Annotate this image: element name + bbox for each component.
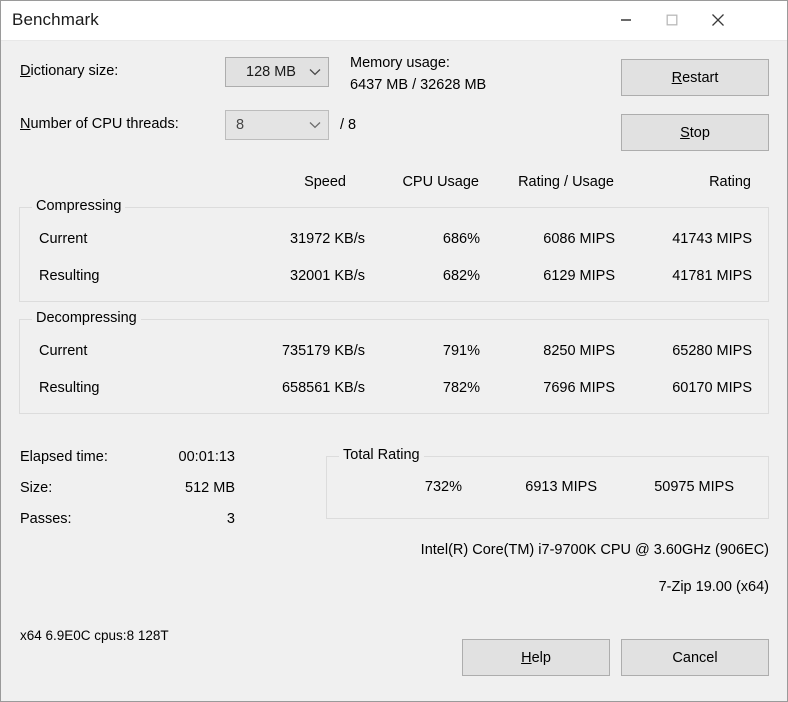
decompressing-resulting-label: Resulting: [39, 380, 100, 396]
cpu-threads-select[interactable]: 8: [225, 110, 329, 140]
decompressing-group-label: Decompressing: [32, 310, 141, 326]
minimize-icon: [621, 19, 631, 21]
column-header-rating-usage: Rating / Usage: [518, 174, 614, 190]
compressing-resulting-label: Resulting: [39, 268, 100, 284]
dictionary-size-select[interactable]: 128 MB: [225, 57, 329, 87]
total-rating-rating: 50975 MIPS: [654, 479, 734, 495]
total-rating-rating-usage: 6913 MIPS: [525, 479, 597, 495]
dictionary-size-value: 128 MB: [246, 64, 296, 80]
compressing-group-label: Compressing: [32, 198, 126, 214]
memory-usage-label: Memory usage:: [350, 55, 450, 71]
decompressing-resulting-speed: 658561 KB/s: [281, 380, 365, 396]
maximize-button[interactable]: [649, 1, 695, 39]
minimize-button[interactable]: [603, 1, 649, 39]
passes-value: 3: [226, 511, 235, 527]
decompressing-current-speed: 735179 KB/s: [281, 343, 365, 359]
cpu-threads-label: Number of CPU threads:: [20, 116, 179, 132]
maximize-icon: [666, 14, 678, 26]
compressing-group: Compressing Current 31972 KB/s 686% 6086…: [19, 198, 769, 302]
compressing-resulting-cpu-usage: 682%: [442, 268, 480, 284]
threads-total-label: / 8: [340, 117, 357, 133]
help-button[interactable]: Help: [462, 639, 610, 676]
compressing-current-label: Current: [39, 231, 88, 247]
restart-button[interactable]: Restart: [621, 59, 769, 96]
benchmark-dialog: Benchmark Dictionary size: 128 MB Number…: [0, 0, 788, 702]
stop-button[interactable]: Stop: [621, 114, 769, 151]
chevron-down-icon: [302, 121, 328, 129]
column-header-speed: Speed: [304, 174, 346, 190]
version-text: 7-Zip 19.00 (x64): [658, 579, 769, 595]
restart-button-label: Restart: [671, 69, 719, 86]
close-icon: [712, 14, 724, 26]
compressing-current-rating: 41743 MIPS: [672, 231, 752, 247]
cpu-threads-value: 8: [236, 117, 245, 133]
decompressing-resulting-cpu-usage: 782%: [442, 380, 480, 396]
compressing-resulting-rating-usage: 6129 MIPS: [543, 268, 615, 284]
total-rating-cpu-usage: 732%: [424, 479, 462, 495]
total-rating-group-label: Total Rating: [339, 447, 424, 463]
cancel-button[interactable]: Cancel: [621, 639, 769, 676]
column-header-cpu-usage: CPU Usage: [402, 174, 479, 190]
decompressing-group: Decompressing Current 735179 KB/s 791% 8…: [19, 310, 769, 414]
dictionary-size-label: Dictionary size:: [20, 63, 118, 79]
title-bar: Benchmark: [1, 1, 787, 41]
memory-usage-value: 6437 MB / 32628 MB: [350, 77, 487, 93]
column-header-rating: Rating: [709, 174, 751, 190]
help-button-label: Help: [521, 649, 551, 666]
total-rating-group: Total Rating 732% 6913 MIPS 50975 MIPS: [326, 447, 769, 519]
compressing-current-cpu-usage: 686%: [442, 231, 480, 247]
elapsed-time-label: Elapsed time:: [20, 449, 108, 465]
passes-label: Passes:: [20, 511, 72, 527]
compressing-current-speed: 31972 KB/s: [290, 231, 365, 247]
cpu-info-text: Intel(R) Core(TM) i7-9700K CPU @ 3.60GHz…: [420, 542, 769, 558]
compressing-resulting-rating: 41781 MIPS: [672, 268, 752, 284]
dictionary-accel-letter: D: [20, 63, 31, 79]
decompressing-current-rating: 65280 MIPS: [672, 343, 752, 359]
decompressing-resulting-rating-usage: 7696 MIPS: [543, 380, 615, 396]
status-text: x64 6.9E0C cpus:8 128T: [20, 628, 169, 643]
dictionary-label-rest: ictionary size:: [30, 63, 119, 79]
decompressing-current-rating-usage: 8250 MIPS: [543, 343, 615, 359]
close-button[interactable]: [695, 1, 741, 39]
elapsed-time-value: 00:01:13: [178, 449, 235, 465]
threads-label-rest: umber of CPU threads:: [30, 116, 179, 132]
compressing-resulting-speed: 32001 KB/s: [290, 268, 365, 284]
stop-button-label: Stop: [680, 124, 710, 141]
decompressing-current-label: Current: [39, 343, 88, 359]
threads-accel-letter: N: [20, 116, 31, 132]
size-label: Size:: [20, 480, 53, 496]
window-title: Benchmark: [12, 10, 99, 29]
cancel-button-label: Cancel: [672, 649, 718, 666]
compressing-current-rating-usage: 6086 MIPS: [543, 231, 615, 247]
decompressing-resulting-rating: 60170 MIPS: [672, 380, 752, 396]
chevron-down-icon: [302, 68, 328, 76]
decompressing-current-cpu-usage: 791%: [442, 343, 480, 359]
size-value: 512 MB: [185, 480, 235, 496]
